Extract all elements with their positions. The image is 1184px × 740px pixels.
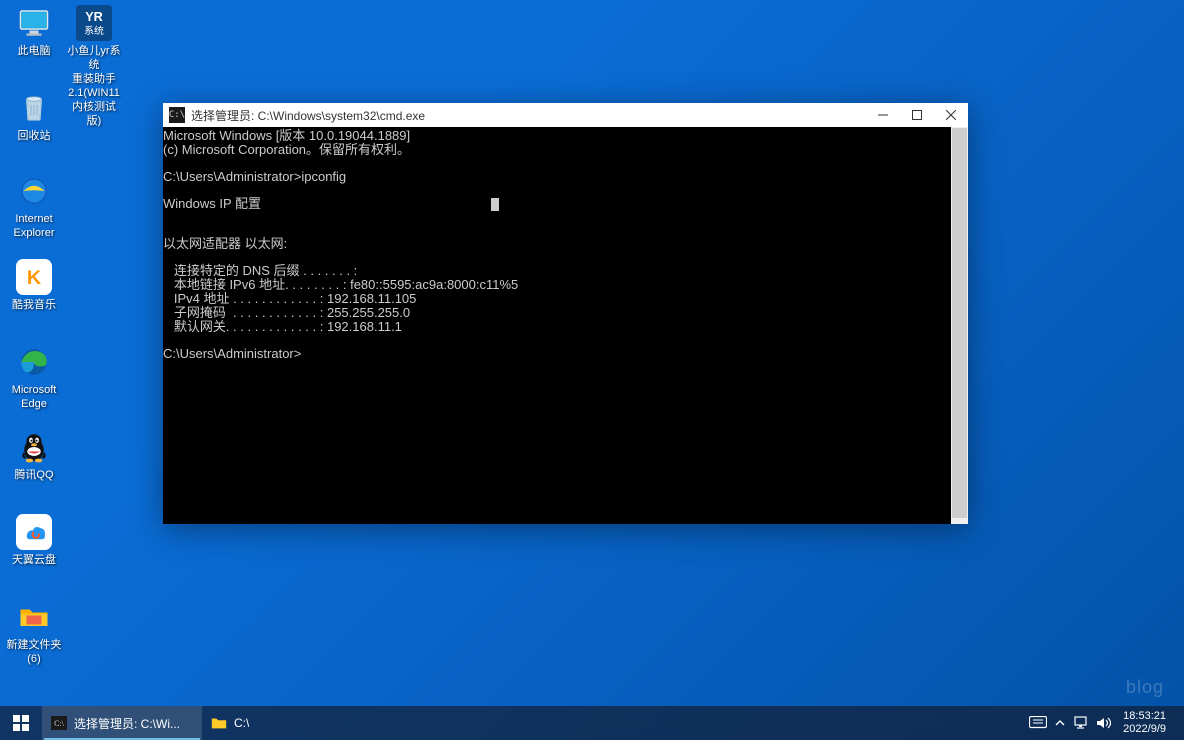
cmd-icon: C:\ — [50, 714, 68, 732]
desktop-icon-label: 酷我音乐 — [12, 298, 56, 312]
folder-icon — [210, 714, 228, 732]
desktop-icon-label: 此电脑 — [18, 44, 51, 58]
tray-time: 18:53:21 — [1123, 710, 1166, 723]
cmd-window: C:\ 选择管理员: C:\Windows\system32\cmd.exe M… — [163, 103, 968, 524]
desktop-icon-recycle-bin[interactable]: 回收站 — [5, 89, 63, 143]
desktop-icon-label: 天翼云盘 — [12, 553, 56, 567]
desktop-icon-qq[interactable]: 腾讯QQ — [5, 428, 63, 482]
cloud-icon — [15, 513, 53, 551]
tray-chevron-up-icon[interactable] — [1049, 706, 1071, 740]
tray-volume-icon[interactable] — [1093, 706, 1115, 740]
text-cursor — [491, 198, 499, 211]
taskbar-item-label: C:\ — [234, 716, 249, 730]
system-tray: 18:53:21 2022/9/9 — [1027, 706, 1184, 740]
cmd-titlebar[interactable]: C:\ 选择管理员: C:\Windows\system32\cmd.exe — [163, 103, 968, 127]
desktop-icon-label: 回收站 — [18, 129, 51, 143]
recycle-bin-icon — [15, 89, 53, 127]
kuwo-icon: K — [15, 258, 53, 296]
tray-clock[interactable]: 18:53:21 2022/9/9 — [1115, 710, 1174, 736]
desktop-icon-new-folder[interactable]: 新建文件夹 (6) — [5, 598, 63, 666]
svg-text:系统: 系统 — [84, 24, 104, 37]
desktop-icon-label: Internet Explorer — [14, 212, 55, 240]
taskbar-item-explorer[interactable]: C:\ — [202, 706, 322, 740]
scrollbar-thumb[interactable] — [952, 128, 967, 518]
edge-icon — [15, 343, 53, 381]
yr-icon: YR系统 — [75, 4, 113, 42]
svg-text:YR: YR — [85, 10, 103, 24]
taskbar-item-label: 选择管理员: C:\Wi... — [74, 715, 180, 732]
maximize-button[interactable] — [900, 103, 934, 127]
tray-network-icon[interactable] — [1071, 706, 1093, 740]
svg-text:K: K — [27, 267, 42, 289]
close-button[interactable] — [934, 103, 968, 127]
tray-keyboard-icon[interactable] — [1027, 706, 1049, 740]
taskbar: C:\ 选择管理员: C:\Wi... C:\ 18:53:21 2022/9/… — [0, 706, 1184, 740]
start-button[interactable] — [0, 706, 42, 740]
desktop-icon-yr-tool[interactable]: YR系统 小鱼儿yr系统 重装助手 2.1(WIN11 内核测试版) — [65, 4, 123, 128]
desktop-icon-this-pc[interactable]: 此电脑 — [5, 4, 63, 58]
desktop-icon-tianyi[interactable]: 天翼云盘 — [5, 513, 63, 567]
desktop-icon-kuwo[interactable]: K 酷我音乐 — [5, 258, 63, 312]
cmd-scrollbar[interactable] — [951, 127, 968, 524]
desktop-icon-edge[interactable]: Microsoft Edge — [5, 343, 63, 411]
folder-icon — [15, 598, 53, 636]
desktop-icon-label: 腾讯QQ — [14, 468, 53, 482]
cmd-icon: C:\ — [169, 107, 185, 123]
windows-icon — [13, 715, 29, 731]
cmd-title-text: 选择管理员: C:\Windows\system32\cmd.exe — [191, 107, 866, 124]
desktop-icon-label: 新建文件夹 (6) — [7, 638, 62, 666]
desktop-icon-ie[interactable]: Internet Explorer — [5, 172, 63, 240]
ie-icon — [15, 172, 53, 210]
monitor-icon — [15, 4, 53, 42]
desktop-icon-label: 小鱼儿yr系统 重装助手 2.1(WIN11 内核测试版) — [65, 44, 123, 128]
desktop-icon-label: Microsoft Edge — [12, 383, 57, 411]
minimize-button[interactable] — [866, 103, 900, 127]
taskbar-item-cmd[interactable]: C:\ 选择管理员: C:\Wi... — [42, 706, 202, 740]
cmd-output[interactable]: Microsoft Windows [版本 10.0.19044.1889] (… — [163, 127, 951, 524]
tray-date: 2022/9/9 — [1123, 723, 1166, 736]
qq-icon — [15, 428, 53, 466]
